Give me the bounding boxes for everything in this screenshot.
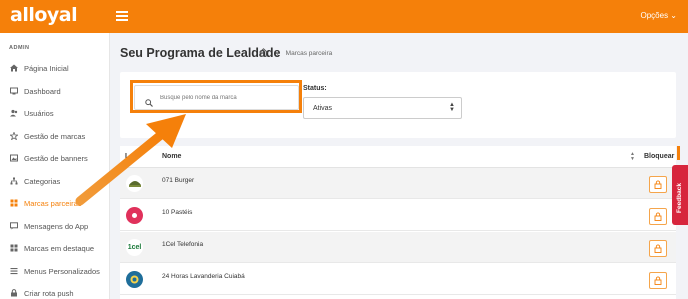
sidebar-item-pagina-inicial[interactable]: Página Inicial: [0, 57, 110, 79]
sitemap-icon: [10, 177, 18, 185]
table-row: 071 Burger: [120, 168, 676, 199]
sidebar-item-label: Gestão de banners: [24, 153, 88, 163]
list-icon: [10, 267, 18, 275]
breadcrumb: › Marcas parceira: [259, 48, 332, 59]
image-icon: [10, 154, 18, 162]
sidebar-item-label: Criar rota push: [24, 288, 74, 298]
sidebar-item-label: Gestão de marcas: [24, 131, 86, 141]
scrollbar-indicator[interactable]: [677, 146, 680, 160]
users-icon: [10, 109, 18, 117]
sidebar-item-label: Menus Personalizados: [24, 266, 100, 276]
brand-name: 24 Horas Lavanderia Cuiabá: [162, 273, 245, 280]
monitor-icon: [10, 87, 18, 95]
block-button[interactable]: [649, 208, 667, 225]
sidebar-item-label: Mensagens do App: [24, 221, 89, 231]
brand-logo-image: [126, 175, 143, 192]
feedback-tab[interactable]: Feedback: [672, 165, 688, 225]
sidebar-item-label: Página Inicial: [24, 63, 69, 73]
brand-name: 1Cel Telefonia: [162, 241, 204, 248]
sidebar-item-label: Marcas parceiras: [24, 198, 82, 208]
sort-icon[interactable]: ▲ ▼: [630, 152, 635, 162]
grid-icon: [10, 244, 18, 252]
sidebar: ADMIN Página Inicial Dashboard Usuários …: [0, 33, 110, 299]
grid-icon: [10, 199, 18, 207]
sidebar-item-label: Usuários: [24, 108, 54, 118]
sidebar-item-gestao-marcas[interactable]: Gestão de marcas: [0, 125, 110, 147]
chevron-right-icon: ›: [276, 49, 279, 58]
feedback-label: Feedback: [676, 183, 683, 213]
brand-logo-image: [126, 207, 143, 224]
sidebar-item-label: Categorias: [24, 176, 61, 186]
lock-icon: [654, 240, 662, 258]
search-highlight-box: [130, 80, 302, 113]
sidebar-item-marcas-parceiras[interactable]: Marcas parceiras: [0, 192, 110, 214]
sidebar-item-criar-rota-push[interactable]: Criar rota push: [0, 282, 110, 299]
sidebar-item-label: Dashboard: [24, 86, 61, 96]
status-select-value: Ativas: [313, 105, 333, 112]
table-row: 10 Pastéis: [120, 200, 676, 231]
options-dropdown[interactable]: Opções ⌄: [641, 11, 678, 20]
sidebar-item-marcas-destaque[interactable]: Marcas em destaque: [0, 237, 110, 259]
lock-icon: [654, 176, 662, 194]
status-select[interactable]: Ativas ▲ ▼: [303, 97, 462, 119]
brand-logo-image: 1cel: [126, 239, 143, 256]
sidebar-item-gestao-banners[interactable]: Gestão de banners: [0, 147, 110, 169]
block-button[interactable]: [649, 240, 667, 257]
block-button[interactable]: [649, 272, 667, 289]
message-icon: [10, 222, 18, 230]
lock-icon: [10, 289, 18, 297]
column-header-name[interactable]: Nome: [162, 153, 181, 160]
select-arrows-icon: ▲ ▼: [449, 102, 455, 113]
brand-logo-image: [126, 271, 143, 288]
breadcrumb-current: Marcas parceira: [285, 50, 333, 57]
sidebar-item-categorias[interactable]: Categorias: [0, 170, 110, 192]
column-header-block: Bloquear: [644, 153, 675, 160]
status-label: Status:: [303, 85, 327, 92]
sidebar-item-mensagens-app[interactable]: Mensagens do App: [0, 215, 110, 237]
sidebar-item-usuarios[interactable]: Usuários: [0, 102, 110, 124]
sidebar-item-menus-personalizados[interactable]: Menus Personalizados: [0, 260, 110, 282]
brand-name: 10 Pastéis: [162, 209, 193, 216]
sidebar-item-dashboard[interactable]: Dashboard: [0, 80, 110, 102]
sidebar-section-label: ADMIN: [9, 45, 30, 51]
column-header-logo: L: [125, 153, 130, 160]
block-button[interactable]: [649, 176, 667, 193]
star-icon: [10, 132, 18, 140]
home-icon: [10, 64, 18, 72]
brand-logo[interactable]: alloyal: [10, 4, 78, 26]
hamburger-menu-icon[interactable]: [116, 11, 128, 21]
table-row: 24 Horas Lavanderia Cuiabá: [120, 264, 676, 295]
brand-name: 071 Burger: [162, 177, 195, 184]
sidebar-item-label: Marcas em destaque: [24, 243, 95, 253]
table-row: 1cel 1Cel Telefonia: [120, 232, 676, 263]
lock-icon: [654, 208, 662, 226]
home-icon[interactable]: [259, 48, 268, 59]
page-title: Seu Programa de Lealdade: [120, 46, 281, 60]
top-bar: alloyal Opções ⌄: [0, 0, 688, 33]
lock-icon: [654, 272, 662, 290]
